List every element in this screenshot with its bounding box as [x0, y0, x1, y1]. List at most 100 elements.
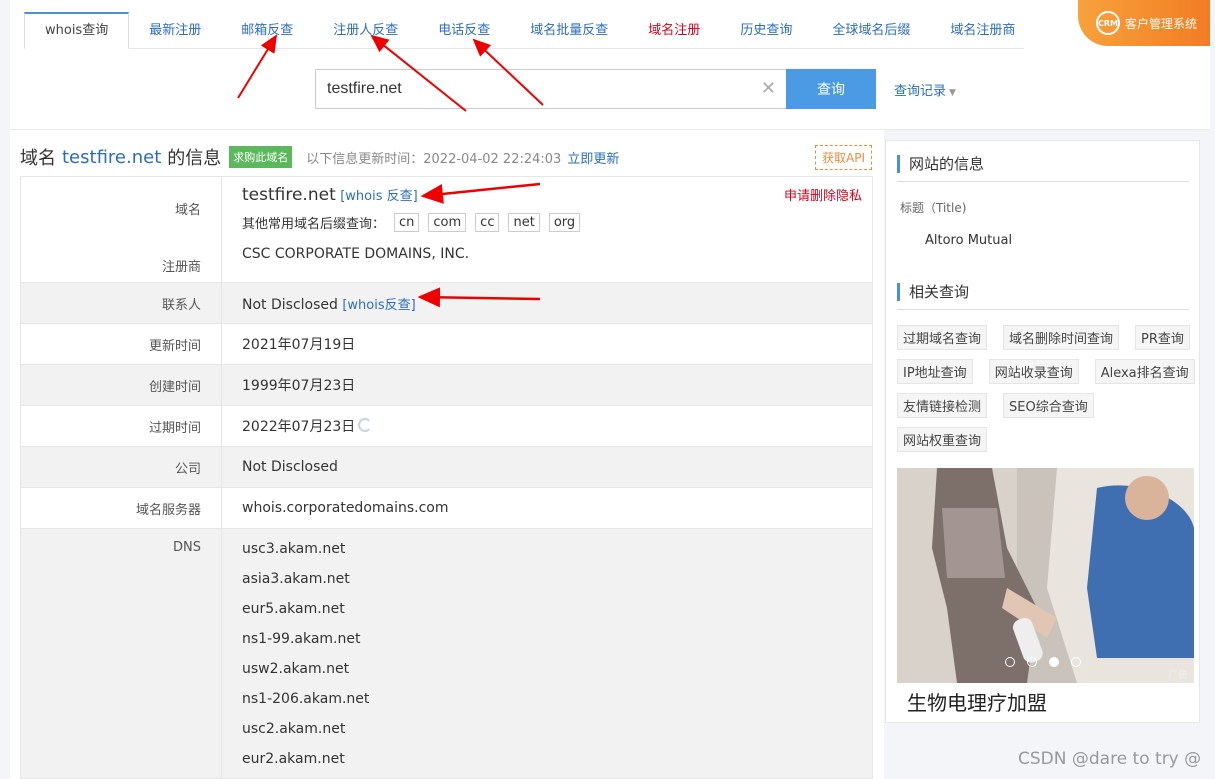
- search-input[interactable]: [316, 70, 746, 108]
- tab-bar: whois查询 最新注册 邮箱反查 注册人反查 电话反查 域名批量反查 域名注册…: [24, 12, 1024, 49]
- dns-item: ns1-206.akam.net: [242, 691, 370, 707]
- table-row: 联系人 Not Disclosed [whois反查]: [20, 282, 873, 324]
- registrar-key: 注册商: [161, 260, 201, 275]
- carousel-dot[interactable]: [1027, 657, 1037, 667]
- tag-ip[interactable]: IP地址查询: [897, 359, 973, 384]
- created-key: 创建时间: [20, 364, 222, 406]
- dns-item: usc2.akam.net: [242, 721, 346, 737]
- updated-value: 2021年07月19日: [221, 323, 873, 365]
- tab-latest-registered[interactable]: 最新注册: [129, 12, 221, 48]
- table-row: 域名服务器 whois.corporatedomains.com: [20, 487, 873, 529]
- site-info-heading: 网站的信息: [897, 155, 984, 173]
- related-tags: 过期域名查询 域名删除时间查询 PR查询 IP地址查询 网站收录查询 Alexa…: [897, 325, 1197, 452]
- ad-photo: [897, 468, 1194, 683]
- history-label: 查询记录: [894, 84, 947, 99]
- carousel-dot[interactable]: [1005, 657, 1015, 667]
- company-value: Not Disclosed: [221, 446, 873, 488]
- title-prefix: 域名: [20, 148, 56, 169]
- top-navigation: whois查询 最新注册 邮箱反查 注册人反查 电话反查 域名批量反查 域名注册…: [10, 0, 1210, 130]
- suffix-org[interactable]: org: [548, 213, 581, 232]
- tab-registrant-reverse[interactable]: 注册人反查: [313, 12, 418, 48]
- watermark: CSDN @dare to try @: [1018, 749, 1202, 769]
- tab-phone-reverse[interactable]: 电话反查: [418, 12, 510, 48]
- tab-history[interactable]: 历史查询: [720, 12, 812, 48]
- divider: [897, 181, 1189, 182]
- crm-icon: CRM: [1096, 11, 1120, 35]
- contact-whois-link[interactable]: [whois反查]: [342, 298, 415, 313]
- tag-alexa[interactable]: Alexa排名查询: [1094, 359, 1195, 384]
- carousel-dot-active[interactable]: [1049, 657, 1059, 667]
- updated-key: 更新时间: [20, 323, 222, 365]
- refresh-icon[interactable]: [358, 418, 373, 432]
- update-time: 以下信息更新时间：2022-04-02 22:24:03: [306, 151, 562, 167]
- sidebar: 网站的信息 标题（Title) Altoro Mutual 相关查询 过期域名查…: [885, 140, 1200, 723]
- carousel-dot[interactable]: [1071, 657, 1081, 667]
- crm-button[interactable]: CRM 客户管理系统: [1078, 0, 1210, 46]
- update-now-link[interactable]: 立即更新: [567, 148, 619, 167]
- table-row: 创建时间 1999年07月23日: [20, 364, 873, 406]
- history-dropdown[interactable]: 查询记录 ▼: [894, 80, 956, 99]
- title-value: Altoro Mutual: [925, 233, 1013, 248]
- suffix-cc[interactable]: cc: [475, 213, 500, 232]
- contact-value: Not Disclosed: [242, 296, 338, 313]
- tag-friend-links[interactable]: 友情链接检测: [897, 393, 988, 418]
- ad-image[interactable]: 广告: [897, 468, 1194, 683]
- tag-index[interactable]: 网站收录查询: [988, 359, 1079, 384]
- ad-caption[interactable]: 生物电理疗加盟: [897, 683, 1194, 720]
- dns-item: ns1-99.akam.net: [242, 631, 361, 647]
- tab-whois[interactable]: whois查询: [24, 12, 130, 49]
- title-domain[interactable]: testfire.net: [62, 147, 161, 168]
- ad-banner[interactable]: 广告 生物电理疗加盟: [897, 468, 1194, 717]
- dns-item: eur2.akam.net: [242, 751, 345, 767]
- domain-value: testfire.net: [242, 185, 336, 205]
- buy-domain-badge[interactable]: 求购此域名: [229, 146, 293, 168]
- whois-panel: 域名 testfire.net 的信息 求购此域名 以下信息更新时间：2022-…: [10, 130, 884, 779]
- tab-batch-reverse[interactable]: 域名批量反查: [510, 12, 628, 48]
- dns-item: eur5.akam.net: [242, 601, 345, 617]
- whois-table: 域名 注册商 testfire.net [whois 反查] 申请删除隐私 其他…: [20, 176, 873, 779]
- created-value: 1999年07月23日: [221, 364, 873, 406]
- tag-delete-time[interactable]: 域名删除时间查询: [1003, 325, 1120, 350]
- company-key: 公司: [20, 446, 222, 488]
- row-key: 域名 注册商: [20, 176, 222, 283]
- divider: [897, 309, 1189, 310]
- ad-tag: 广告: [1168, 670, 1188, 681]
- dns-item: usc3.akam.net: [242, 541, 346, 557]
- page-title: 域名 testfire.net 的信息 求购此域名 以下信息更新时间：2022-…: [20, 144, 619, 170]
- table-row: 更新时间 2021年07月19日: [20, 323, 873, 365]
- suffix-label: 其他常用域名后缀查询：: [242, 217, 386, 232]
- suffix-row: 其他常用域名后缀查询： cn com cc net org: [242, 213, 872, 232]
- dns-key: DNS: [20, 528, 222, 779]
- delete-privacy-link[interactable]: 申请删除隐私: [784, 185, 862, 204]
- table-row: 公司 Not Disclosed: [20, 446, 873, 488]
- suffix-com[interactable]: com: [428, 213, 467, 232]
- related-heading: 相关查询: [897, 283, 969, 301]
- whois-reverse-link[interactable]: [whois 反查]: [340, 189, 418, 204]
- tab-domain-register[interactable]: 域名注册: [628, 12, 720, 48]
- suffix-net[interactable]: net: [508, 213, 540, 232]
- nameserver-key: 域名服务器: [20, 487, 222, 529]
- title-label: 标题（Title): [900, 201, 967, 215]
- crm-label: 客户管理系统: [1125, 16, 1198, 31]
- table-row: 域名 注册商 testfire.net [whois 反查] 申请删除隐私 其他…: [20, 176, 873, 283]
- row-value: 2022年07月23日: [221, 405, 873, 447]
- caret-down-icon: ▼: [949, 88, 956, 98]
- dns-item: asia3.akam.net: [242, 571, 350, 587]
- tab-global-suffix[interactable]: 全球域名后缀: [812, 12, 930, 48]
- tag-weight[interactable]: 网站权重查询: [897, 427, 988, 452]
- search-button[interactable]: 查询: [786, 69, 876, 109]
- table-row: DNS usc3.akam.net asia3.akam.net eur5.ak…: [20, 528, 873, 779]
- contact-key: 联系人: [20, 282, 222, 324]
- tag-expired-domain[interactable]: 过期域名查询: [897, 325, 988, 350]
- domain-key: 域名: [174, 203, 201, 218]
- tag-seo[interactable]: SEO综合查询: [1003, 393, 1094, 418]
- tag-pr[interactable]: PR查询: [1135, 325, 1190, 350]
- dns-list: usc3.akam.net asia3.akam.net eur5.akam.n…: [221, 528, 873, 779]
- tab-registrars[interactable]: 域名注册商: [930, 12, 1035, 48]
- clear-icon[interactable]: ✕: [761, 78, 776, 99]
- suffix-cn[interactable]: cn: [394, 213, 420, 232]
- tab-email-reverse[interactable]: 邮箱反查: [221, 12, 313, 48]
- table-row: 过期时间 2022年07月23日: [20, 405, 873, 447]
- get-api-button[interactable]: 获取API: [815, 145, 872, 170]
- nameserver-value: whois.corporatedomains.com: [221, 487, 873, 529]
